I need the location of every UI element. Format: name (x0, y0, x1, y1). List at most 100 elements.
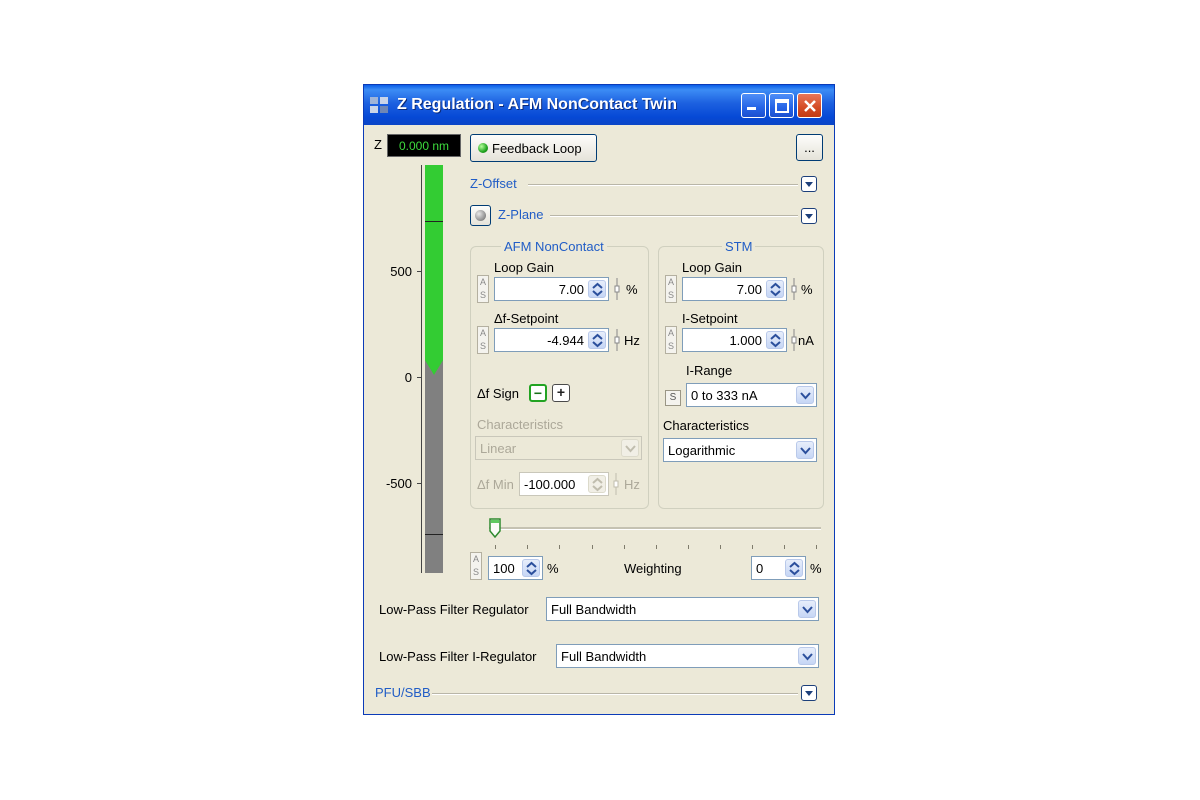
z-offset-divider (528, 184, 798, 186)
stm-characteristics-value: Logarithmic (668, 443, 736, 458)
weighting-right-spinner[interactable]: 0 (751, 556, 806, 580)
lp-iregulator-value: Full Bandwidth (561, 649, 647, 664)
weighting-label: Weighting (624, 561, 682, 576)
afm-setpoint-as-toggle[interactable]: AS (477, 326, 489, 354)
z-plane-expand-button[interactable] (801, 208, 817, 224)
feedback-loop-button[interactable]: Feedback Loop (470, 134, 597, 162)
chevron-down-icon (805, 691, 813, 696)
z-plane-status-led (475, 210, 486, 221)
maximize-button[interactable] (769, 93, 794, 118)
pfu-sbb-divider (432, 693, 798, 695)
z-scale-label: 0 (404, 370, 412, 385)
sign-plus-button[interactable]: + (552, 384, 570, 402)
a-label: A (472, 554, 479, 564)
sign-minus-button[interactable]: − (529, 384, 547, 402)
stm-group-title: STM (722, 239, 756, 254)
minimize-button[interactable] (741, 93, 766, 118)
z-plane-section-label[interactable]: Z-Plane (498, 207, 544, 222)
s-label: S (667, 290, 674, 300)
slider-tick (752, 545, 753, 549)
afm-setpoint-spinner[interactable]: -4.944 (494, 328, 609, 352)
dropdown-arrow-icon[interactable] (798, 647, 816, 665)
spin-arrows-icon[interactable] (522, 559, 540, 577)
afm-setpoint-value: -4.944 (547, 333, 584, 348)
stm-characteristics-select[interactable]: Logarithmic (663, 438, 817, 462)
s-label: S (472, 567, 479, 577)
stm-setpoint-unit: nA (798, 333, 814, 348)
minimize-icon (747, 107, 756, 110)
slider-tick (720, 545, 721, 549)
z-offset-expand-button[interactable] (801, 176, 817, 192)
spin-arrows-icon[interactable] (588, 331, 606, 349)
afm-fmin-spinner[interactable]: -100.000 (519, 472, 609, 496)
spin-track-icon (791, 278, 797, 300)
stm-range-select[interactable]: 0 to 333 nA (686, 383, 817, 407)
spin-track-icon (613, 473, 619, 495)
z-offset-section-label[interactable]: Z-Offset (470, 176, 517, 191)
weighting-as-toggle[interactable]: AS (470, 552, 482, 580)
dropdown-arrow-icon[interactable] (798, 600, 816, 618)
a-label: A (667, 328, 674, 338)
stm-range-s-toggle[interactable]: S (665, 390, 681, 406)
slider-tick (527, 545, 528, 549)
pfu-sbb-section-label[interactable]: PFU/SBB (375, 685, 431, 700)
weighting-right-unit: % (810, 561, 822, 576)
spin-arrows-icon[interactable] (766, 280, 784, 298)
weighting-slider-thumb[interactable] (489, 518, 501, 538)
a-label: A (479, 328, 486, 338)
lp-iregulator-label: Low-Pass Filter I-Regulator (379, 649, 537, 664)
slider-tick (624, 545, 625, 549)
stm-loop-gain-unit: % (801, 282, 813, 297)
afm-sign-label: Δf Sign (477, 386, 519, 401)
weighting-slider-track[interactable] (489, 527, 821, 530)
dropdown-arrow-icon[interactable] (796, 441, 814, 459)
spin-arrows-icon[interactable] (766, 331, 784, 349)
spin-arrows-icon[interactable] (785, 559, 803, 577)
stm-loop-gain-label: Loop Gain (682, 260, 742, 275)
z-scale-label: -500 (385, 476, 412, 491)
slider-tick (656, 545, 657, 549)
afm-loop-gain-as-toggle[interactable]: AS (477, 275, 489, 303)
z-readout: 0.000 nm (387, 134, 461, 157)
weighting-right-value: 0 (756, 561, 764, 576)
stm-characteristics-label: Characteristics (663, 418, 749, 433)
afm-setpoint-label: Δf-Setpoint (494, 311, 559, 326)
lp-regulator-label: Low-Pass Filter Regulator (379, 602, 529, 617)
dropdown-arrow-icon[interactable] (796, 386, 814, 404)
stm-range-value: 0 to 333 nA (691, 388, 758, 403)
title-bar[interactable]: Z Regulation - AFM NonContact Twin (364, 85, 834, 125)
afm-fmin-unit: Hz (624, 477, 640, 492)
stm-setpoint-spinner[interactable]: 1.000 (682, 328, 787, 352)
pfu-sbb-expand-button[interactable] (801, 685, 817, 701)
lp-iregulator-select[interactable]: Full Bandwidth (556, 644, 819, 668)
weighting-left-spinner[interactable]: 100 (488, 556, 543, 580)
spin-arrows-icon[interactable] (588, 475, 606, 493)
a-label: A (479, 277, 486, 287)
afm-loop-gain-spinner[interactable]: 7.00 (494, 277, 609, 301)
close-button[interactable] (797, 93, 822, 118)
z-label: Z (374, 137, 382, 152)
lp-regulator-select[interactable]: Full Bandwidth (546, 597, 819, 621)
s-label: S (479, 290, 486, 300)
z-plane-toggle[interactable] (470, 205, 491, 226)
chevron-down-icon (805, 182, 813, 187)
more-options-button[interactable]: ... (796, 134, 823, 161)
spin-arrows-icon[interactable] (588, 280, 606, 298)
weighting-left-value: 100 (493, 561, 515, 576)
afm-characteristics-select[interactable]: Linear (475, 436, 642, 460)
stm-loop-gain-as-toggle[interactable]: AS (665, 275, 677, 303)
slider-tick (559, 545, 560, 549)
stm-setpoint-as-toggle[interactable]: AS (665, 326, 677, 354)
afm-fmin-value: -100.000 (524, 477, 576, 492)
stm-loop-gain-spinner[interactable]: 7.00 (682, 277, 787, 301)
z-scale-axis (421, 165, 422, 573)
dropdown-arrow-icon[interactable] (621, 439, 639, 457)
window-title: Z Regulation - AFM NonContact Twin (397, 96, 677, 113)
slider-tick (816, 545, 817, 549)
spin-track-icon (791, 329, 797, 351)
z-scale-label: 500 (390, 264, 412, 279)
s-label: S (479, 341, 486, 351)
z-tick (417, 483, 422, 484)
afm-setpoint-unit: Hz (624, 333, 640, 348)
feedback-status-led (478, 143, 488, 153)
